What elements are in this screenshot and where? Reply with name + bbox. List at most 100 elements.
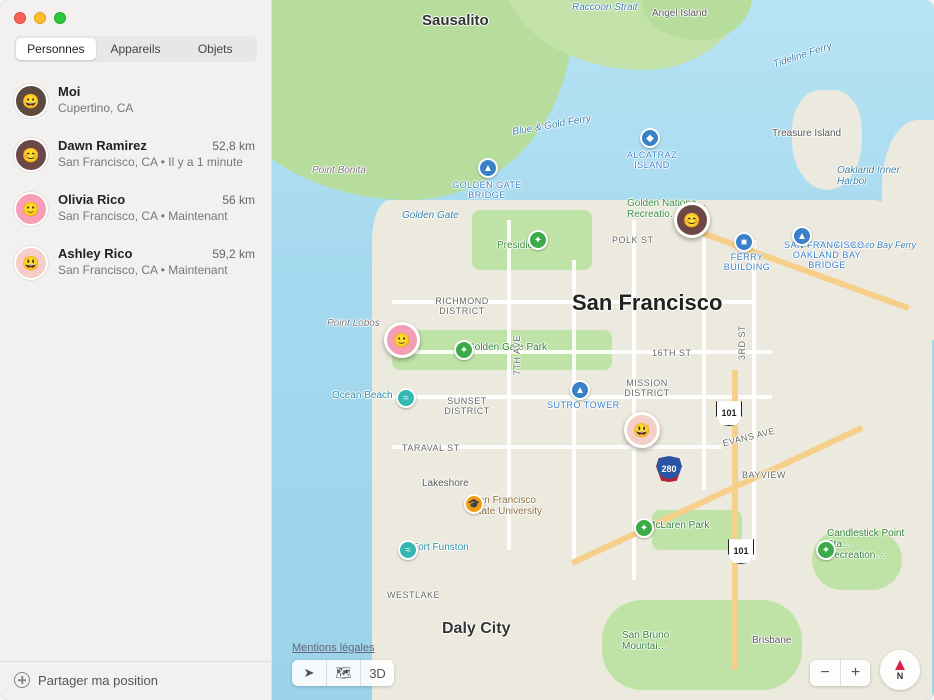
avatar: 😃 bbox=[14, 246, 48, 280]
map-water-label: Golden Gate bbox=[402, 210, 459, 221]
person-name: Moi bbox=[58, 84, 80, 99]
list-item[interactable]: 🙂 Olivia Rico 56 km San Francisco, CA • … bbox=[0, 182, 271, 236]
fullscreen-window-button[interactable] bbox=[54, 12, 66, 24]
person-subtitle: San Francisco, CA • Maintenant bbox=[58, 263, 255, 277]
map-road bbox=[702, 230, 706, 490]
shield-number: 101 bbox=[733, 546, 748, 556]
map-water-label: Raccoon Strait bbox=[572, 2, 638, 13]
tab-people[interactable]: Personnes bbox=[16, 38, 96, 60]
zoom-out-button[interactable]: − bbox=[810, 660, 840, 686]
person-name: Dawn Ramirez bbox=[58, 138, 147, 153]
map-label: 3RD ST bbox=[737, 325, 747, 360]
map-road bbox=[392, 350, 772, 354]
poi-university-icon[interactable]: 🎓 bbox=[464, 494, 484, 514]
map-poi-label: GOLDEN GATE BRIDGE bbox=[447, 180, 527, 200]
locate-me-button[interactable]: ➤ bbox=[292, 660, 326, 686]
map-label: Treasure Island bbox=[772, 128, 841, 139]
poi-beach-icon[interactable]: ≈ bbox=[398, 540, 418, 560]
map-label: TARAVAL ST bbox=[402, 443, 460, 453]
compass-button[interactable]: N bbox=[880, 650, 920, 690]
map-label: Brisbane bbox=[752, 635, 791, 646]
compass-north-label: N bbox=[897, 671, 904, 681]
map-label: Candlestick Point Sta… Recreation… bbox=[827, 528, 907, 561]
map[interactable]: San Francisco Daly City Sausalito Raccoo… bbox=[272, 0, 934, 700]
poi-park-icon[interactable]: ✦ bbox=[816, 540, 836, 560]
location-arrow-icon: ➤ bbox=[304, 665, 315, 681]
poi-bay-bridge-icon[interactable]: ▲ bbox=[792, 226, 812, 246]
map-label: Point Lobos bbox=[327, 318, 380, 329]
minimize-window-button[interactable] bbox=[34, 12, 46, 24]
plus-circle-icon bbox=[14, 672, 30, 688]
avatar: 🙂 bbox=[14, 192, 48, 226]
avatar: 😀 bbox=[14, 84, 48, 118]
poi-park-icon[interactable]: ✦ bbox=[454, 340, 474, 360]
map-layers-button[interactable]: 🗺 bbox=[326, 660, 360, 686]
sidebar-tabs: Personnes Appareils Objets bbox=[14, 36, 257, 62]
avatar: 😊 bbox=[14, 138, 48, 172]
map-label: Angel Island bbox=[652, 8, 707, 19]
map-3d-button[interactable]: 3D bbox=[360, 660, 394, 686]
zoom-in-button[interactable]: + bbox=[840, 660, 870, 686]
tab-devices[interactable]: Appareils bbox=[96, 38, 176, 60]
tab-items[interactable]: Objets bbox=[175, 38, 255, 60]
poi-beach-icon[interactable]: ≈ bbox=[396, 388, 416, 408]
poi-alcatraz-icon[interactable]: ◆ bbox=[640, 128, 660, 148]
poi-park-icon[interactable]: ✦ bbox=[528, 230, 548, 250]
map-label: MISSION DISTRICT bbox=[617, 378, 677, 398]
person-subtitle: San Francisco, CA • Maintenant bbox=[58, 209, 255, 223]
close-window-button[interactable] bbox=[14, 12, 26, 24]
map-poi-label: SUTRO TOWER bbox=[547, 400, 620, 410]
us-route-shield-icon: 101 bbox=[716, 400, 742, 426]
legal-link[interactable]: Mentions légales bbox=[292, 642, 375, 654]
list-item[interactable]: 😀 Moi Cupertino, CA bbox=[0, 74, 271, 128]
map-label: RICHMOND DISTRICT bbox=[427, 296, 497, 316]
map-label: Golden Gate Park bbox=[467, 342, 547, 353]
map-label: Fort Funston bbox=[412, 542, 469, 553]
map-city-label: Daly City bbox=[442, 620, 510, 638]
person-distance: 52,8 km bbox=[212, 139, 255, 153]
poi-golden-gate-bridge-icon[interactable]: ▲ bbox=[478, 158, 498, 178]
person-subtitle: San Francisco, CA • Il y a 1 minute bbox=[58, 155, 255, 169]
map-mode-controls: ➤ 🗺 3D bbox=[292, 660, 394, 686]
share-location-label: Partager ma position bbox=[38, 673, 158, 688]
map-3d-label: 3D bbox=[369, 666, 386, 681]
map-label: McLaren Park bbox=[647, 520, 709, 531]
map-label: SUNSET DISTRICT bbox=[437, 396, 497, 416]
poi-ferry-building-icon[interactable]: ■ bbox=[734, 232, 754, 252]
sidebar: Personnes Appareils Objets 😀 Moi Cuperti… bbox=[0, 0, 272, 700]
map-label: 7TH AVE bbox=[512, 335, 522, 375]
shield-number: 101 bbox=[721, 408, 736, 418]
person-subtitle: Cupertino, CA bbox=[58, 101, 255, 115]
shield-number: 280 bbox=[661, 464, 676, 474]
map-person-pin[interactable]: 🙂 bbox=[384, 322, 420, 358]
person-distance: 56 km bbox=[222, 193, 255, 207]
plus-icon: + bbox=[851, 664, 860, 682]
map-city-label: Sausalito bbox=[422, 12, 489, 29]
person-name: Ashley Rico bbox=[58, 246, 132, 261]
person-distance: 59,2 km bbox=[212, 247, 255, 261]
map-label: San Francisco State University bbox=[472, 495, 562, 517]
list-item[interactable]: 😊 Dawn Ramirez 52,8 km San Francisco, CA… bbox=[0, 128, 271, 182]
person-name: Olivia Rico bbox=[58, 192, 125, 207]
map-icon: 🗺 bbox=[335, 665, 352, 681]
zoom-controls: − + bbox=[810, 660, 870, 686]
map-label: POLK ST bbox=[612, 235, 654, 245]
poi-sutro-tower-icon[interactable]: ▲ bbox=[570, 380, 590, 400]
map-poi-label: ALCATRAZ ISLAND bbox=[622, 150, 682, 170]
map-label: Ocean Beach bbox=[332, 390, 393, 401]
map-label: San Bruno Mountai… bbox=[622, 630, 702, 652]
map-person-pin[interactable]: 😊 bbox=[674, 202, 710, 238]
map-person-pin[interactable]: 😃 bbox=[624, 412, 660, 448]
window-controls bbox=[14, 12, 66, 24]
map-label: 16TH ST bbox=[652, 348, 692, 358]
share-location-button[interactable]: Partager ma position bbox=[0, 661, 271, 700]
us-route-shield-icon: 101 bbox=[728, 538, 754, 564]
people-list: 😀 Moi Cupertino, CA 😊 Dawn Ramirez 52,8 … bbox=[0, 70, 271, 661]
list-item[interactable]: 😃 Ashley Rico 59,2 km San Francisco, CA … bbox=[0, 236, 271, 290]
poi-park-icon[interactable]: ✦ bbox=[634, 518, 654, 538]
map-label: Point Bonita bbox=[312, 165, 366, 176]
map-road bbox=[752, 240, 756, 560]
map-poi-label: FERRY BUILDING bbox=[717, 252, 777, 272]
map-water-label: Oakland Inner Harbor bbox=[837, 165, 917, 187]
minus-icon: − bbox=[820, 664, 829, 682]
